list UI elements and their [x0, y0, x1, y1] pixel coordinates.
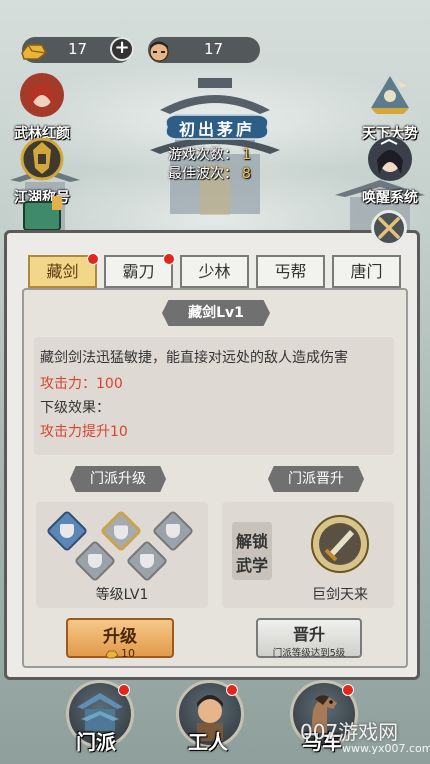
gold-ingot-icon: [105, 650, 119, 658]
giant-sword-icon: [311, 515, 369, 573]
upgrade-slot[interactable]: [151, 509, 195, 553]
watermark-url: www.yx007.com: [342, 742, 430, 755]
shield-icon: [88, 554, 102, 568]
unlock-label: 解锁: [235, 532, 268, 551]
shield-icon: [114, 525, 128, 540]
skill-description-box: 藏剑剑法迅猛敏捷，能直接对远处的敌人造成伤害 攻击力：100 下级效果： 攻击力…: [34, 337, 394, 455]
add-gold-button[interactable]: +: [110, 37, 134, 61]
side-button-awaken[interactable]: 唤醒系统: [354, 136, 426, 207]
upgrade-slot[interactable]: [73, 539, 117, 583]
best-wave-label: 最佳波次：: [168, 166, 238, 182]
play-count-label: 游戏次数：: [168, 147, 238, 163]
upgrade-section-title: 门派升级: [70, 466, 166, 492]
upgrade-button-label: 升级: [103, 627, 137, 647]
best-wave: 最佳波次： 8: [168, 163, 251, 183]
watermark: 007游戏网: [300, 720, 399, 744]
upgrade-slot-selected[interactable]: [99, 509, 143, 553]
tab-shaolin[interactable]: 少林: [180, 255, 249, 288]
crossed-swords-close-icon: [378, 217, 400, 239]
gold-count: 17: [68, 40, 88, 58]
martial-label: 武学: [235, 556, 268, 575]
promote-box: 解锁 武学 巨剑天来: [222, 502, 394, 608]
ticket-resource: 17: [148, 37, 260, 63]
unlock-panel: 解锁 武学: [232, 522, 272, 580]
best-wave-value: 8: [242, 166, 251, 182]
upgrade-cost-value: 10: [121, 647, 135, 660]
shield-icon: [166, 524, 180, 538]
tab-tangmen[interactable]: 唐门: [332, 255, 401, 288]
nav-notification-dot: [118, 684, 130, 696]
play-count: 游戏次数： 1: [168, 144, 251, 164]
tab-notification-dot: [87, 253, 99, 265]
skill-name: 藏剑Lv1: [162, 300, 270, 326]
tab-gaibang[interactable]: 丐帮: [256, 255, 325, 288]
nav-worker-label: 工人: [188, 730, 228, 754]
upgrade-slot[interactable]: [45, 509, 89, 553]
upgrade-button[interactable]: 升级 10: [66, 618, 174, 660]
upgrade-slot[interactable]: [125, 539, 169, 583]
world-situation-icon: [371, 76, 409, 114]
shield-icon: [60, 524, 74, 538]
stage-banner: [165, 114, 269, 140]
side-label: 唤醒系统: [362, 190, 418, 206]
sect-level: 等级LV1: [95, 587, 149, 603]
gold-ingot-icon: [21, 44, 47, 60]
shield-icon: [140, 554, 154, 568]
promote-button-label: 晋升: [292, 625, 325, 644]
play-count-value: 1: [242, 147, 251, 163]
partial-scroll-icon: [23, 196, 62, 230]
ticket-count: 17: [204, 40, 224, 58]
martial-art-name: 巨剑天来: [312, 587, 368, 603]
nav-notification-dot: [342, 684, 354, 696]
close-button[interactable]: [371, 210, 407, 246]
awaken-portrait-icon: [368, 137, 412, 181]
next-effect-label: 下级效果：: [40, 400, 110, 416]
upgrade-grid: 等级LV1: [36, 502, 208, 608]
attack-stat: 攻击力：100: [40, 376, 123, 392]
tab-notification-dot: [163, 253, 175, 265]
nav-sect-label: 门派: [76, 730, 116, 754]
nav-notification-dot: [226, 684, 238, 696]
title-emblem-icon: [20, 137, 64, 181]
upgrade-cost: 10: [68, 647, 172, 660]
next-effect-value: 攻击力提升10: [40, 424, 128, 440]
side-button-world[interactable]: 天下大势: [354, 72, 426, 143]
gold-resource: 17 +: [21, 37, 134, 63]
promote-requirement: 门派等级达到5级: [272, 648, 346, 659]
heroine-portrait-icon: [20, 73, 64, 117]
promote-button[interactable]: 晋升 门派等级达到5级: [256, 618, 362, 659]
skill-description: 藏剑剑法迅猛敏捷，能直接对远处的敌人造成伤害: [40, 350, 348, 366]
hero-head-icon: [149, 41, 169, 62]
side-button-beauties[interactable]: 武林红颜: [6, 72, 78, 143]
promote-section-title: 门派晋升: [268, 466, 364, 492]
